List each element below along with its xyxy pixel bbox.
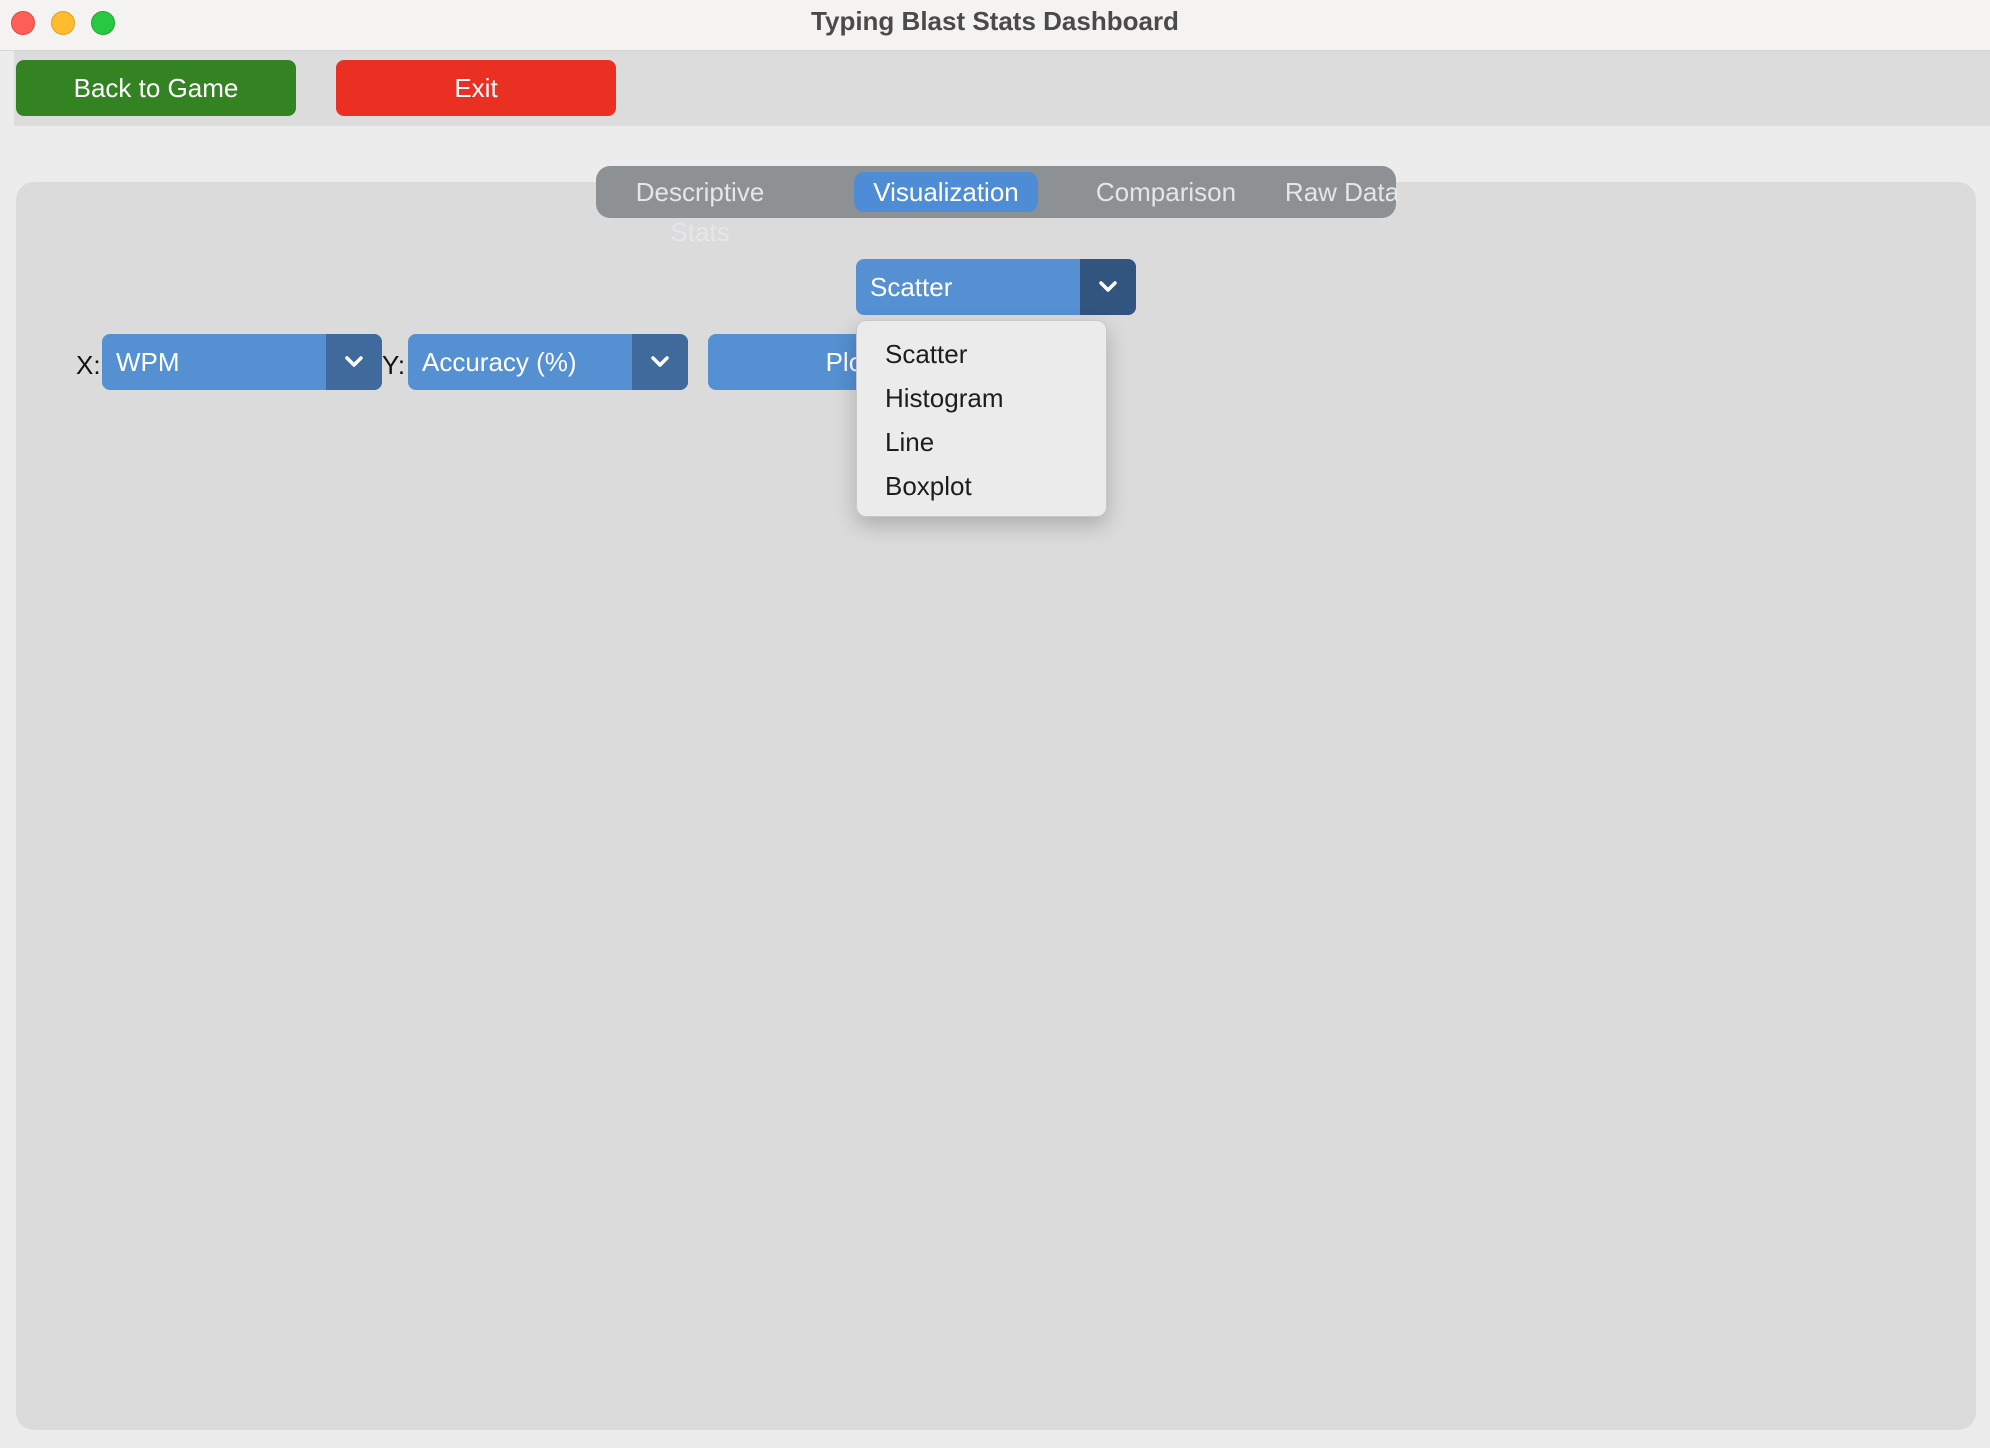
menu-item-boxplot[interactable]: Boxplot — [885, 469, 972, 503]
tab-visualization[interactable]: Visualization — [854, 172, 1038, 212]
plot-type-select[interactable]: Scatter — [856, 259, 1136, 315]
x-axis-label: X: — [76, 350, 101, 380]
x-axis-select[interactable]: WPM — [102, 334, 382, 390]
exit-button[interactable]: Exit — [336, 60, 616, 116]
tab-raw-data[interactable]: Raw Data — [1252, 172, 1432, 212]
plot-type-dropdown-menu: Scatter Histogram Line Boxplot — [856, 320, 1107, 517]
chevron-down-icon — [345, 356, 363, 367]
y-axis-select[interactable]: Accuracy (%) — [408, 334, 688, 390]
tab-descriptive-stats[interactable]: Descriptive Stats — [610, 172, 790, 247]
plot-type-dropdown-button[interactable] — [1080, 259, 1136, 315]
chevron-down-icon — [1099, 281, 1117, 292]
tab-bar: Descriptive Stats Visualization Comparis… — [596, 166, 1399, 247]
chevron-down-icon — [651, 356, 669, 367]
x-axis-dropdown-button[interactable] — [326, 334, 382, 390]
x-axis-value: WPM — [116, 347, 180, 377]
menu-item-line[interactable]: Line — [885, 425, 934, 459]
y-axis-label: Y: — [382, 350, 406, 380]
plot-type-value: Scatter — [870, 272, 953, 302]
y-axis-value: Accuracy (%) — [422, 347, 577, 377]
window-title: Typing Blast Stats Dashboard — [811, 6, 1179, 36]
y-axis-dropdown-button[interactable] — [632, 334, 688, 390]
top-toolbar: Back to Game Exit — [14, 51, 1990, 126]
menu-item-scatter[interactable]: Scatter — [885, 337, 967, 371]
menu-item-histogram[interactable]: Histogram — [885, 381, 1003, 415]
app-window: Typing Blast Stats Dashboard Back to Gam… — [0, 0, 1990, 1448]
title-bar: Typing Blast Stats Dashboard — [0, 0, 1990, 51]
back-to-game-button[interactable]: Back to Game — [16, 60, 296, 116]
tab-comparison[interactable]: Comparison — [1056, 172, 1276, 212]
